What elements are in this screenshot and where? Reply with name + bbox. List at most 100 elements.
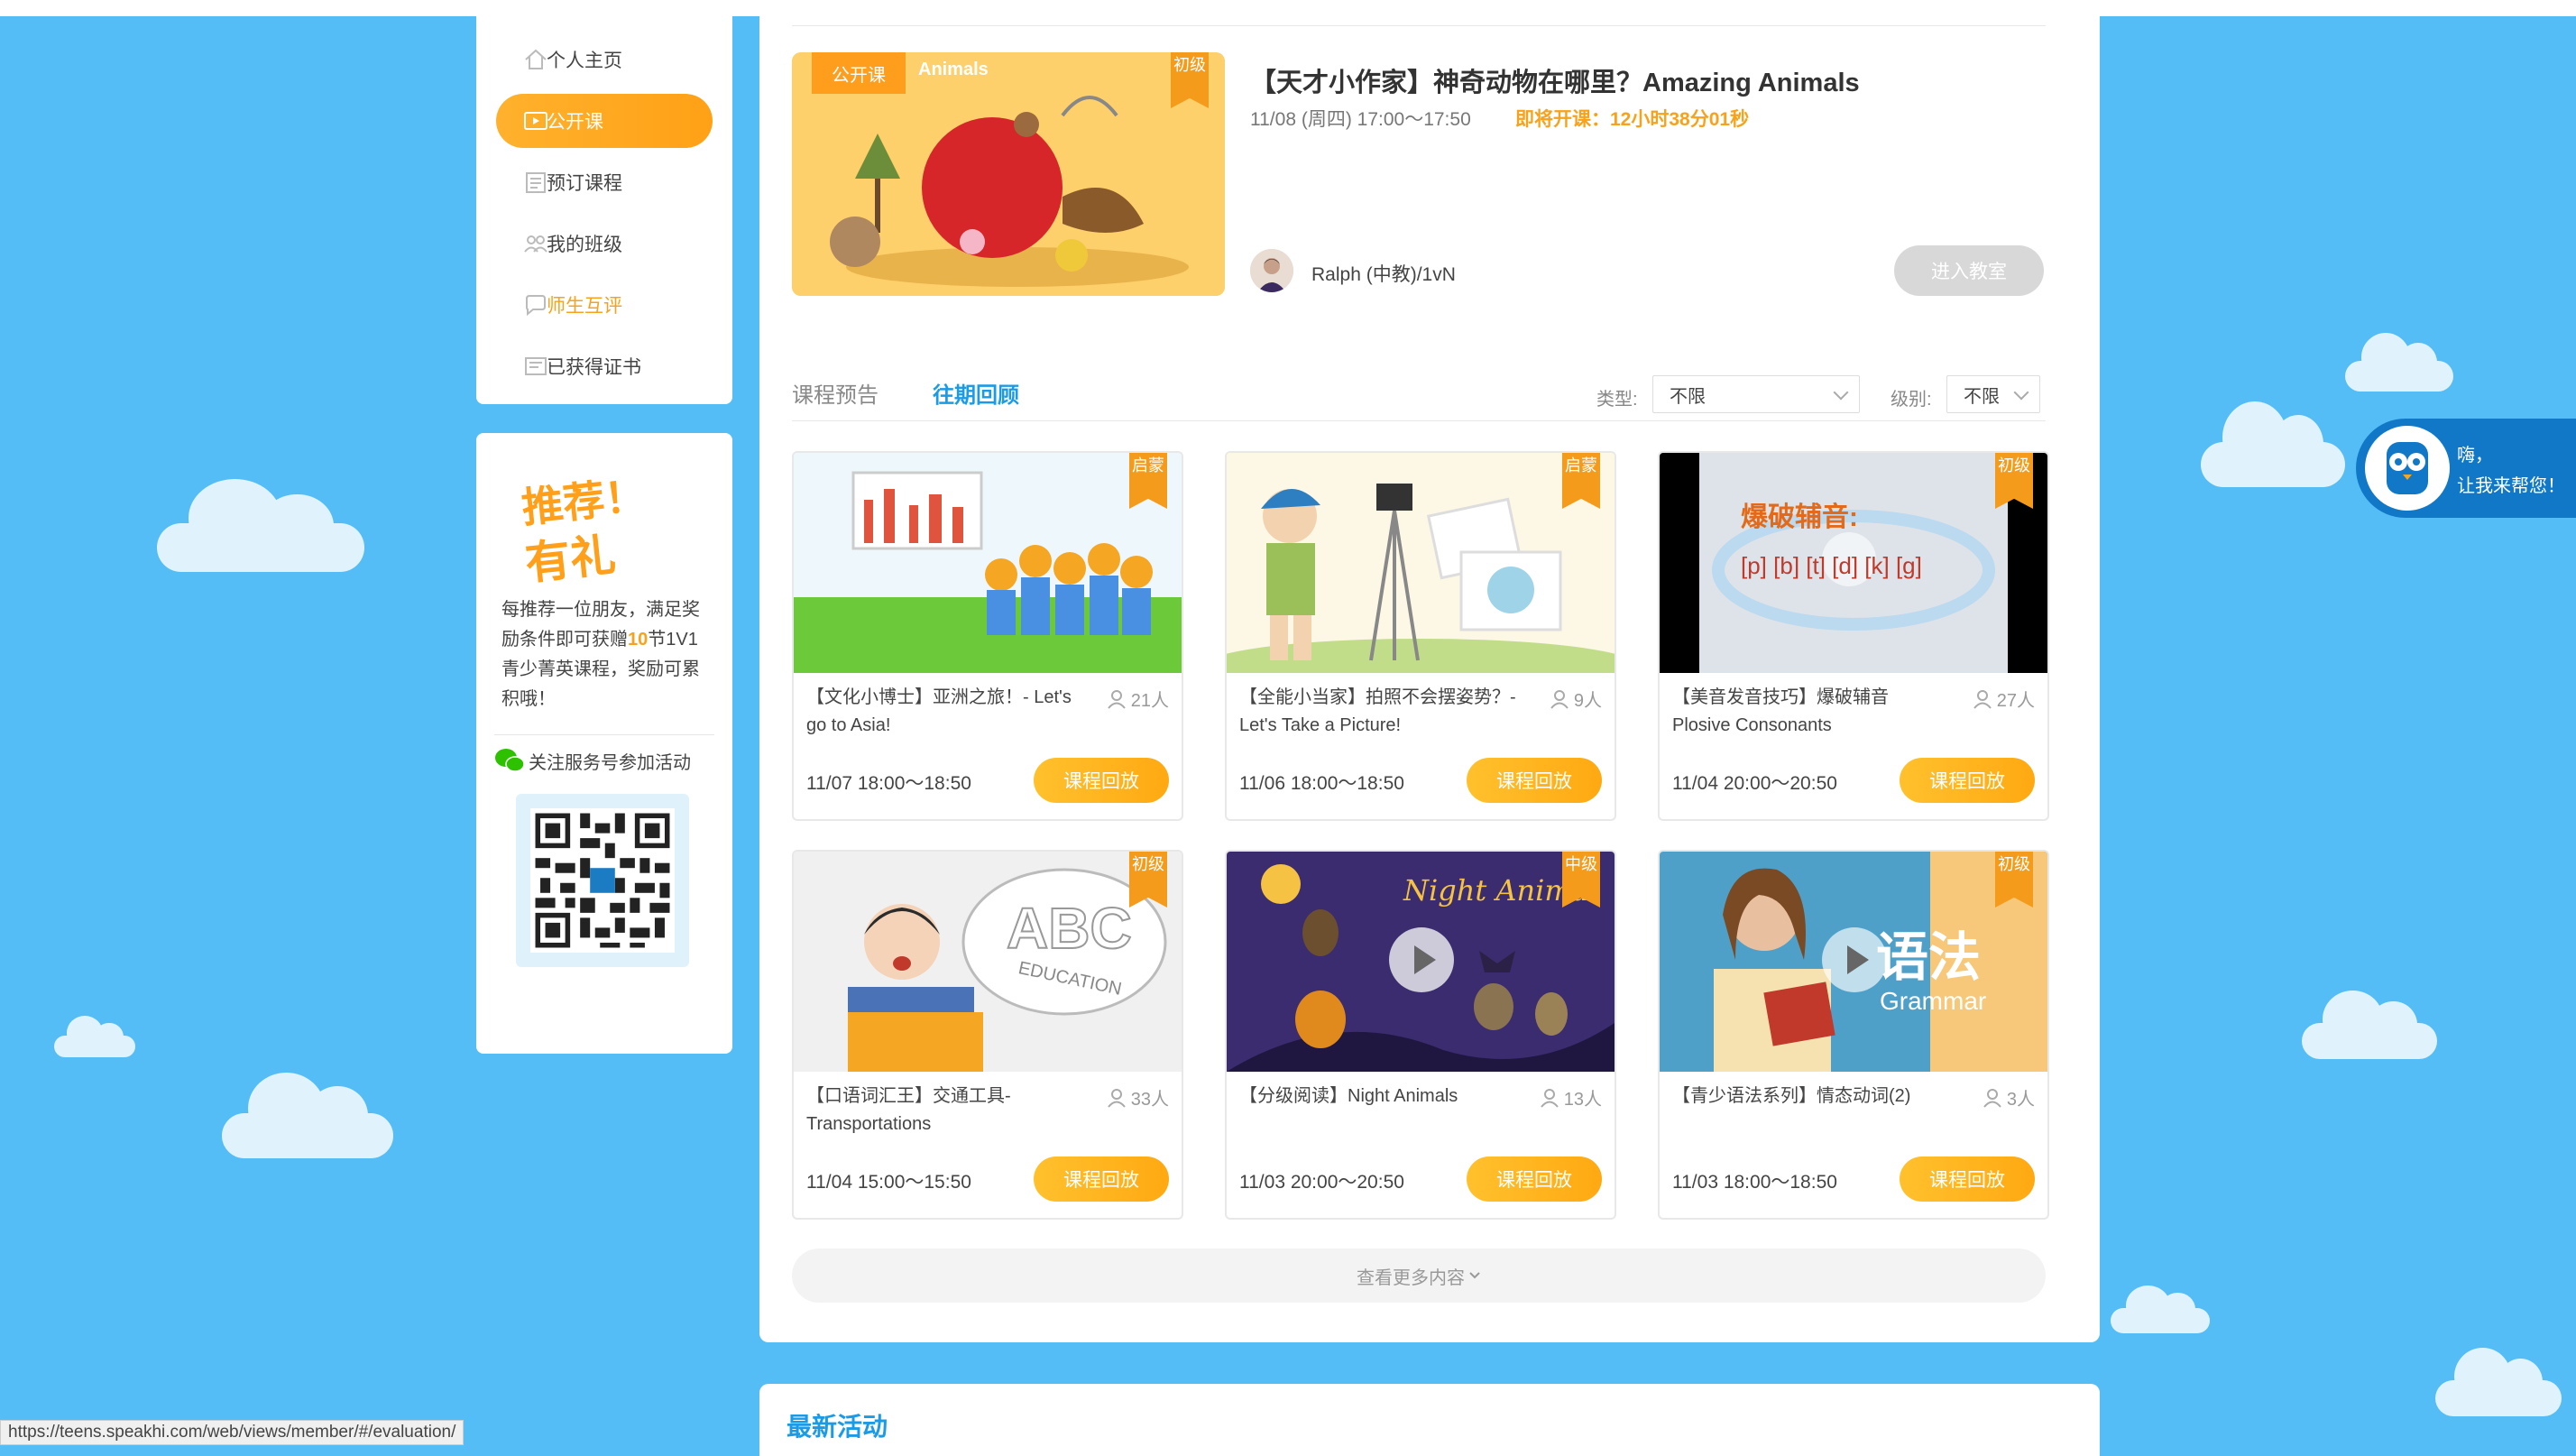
play-icon: [1822, 927, 1887, 992]
course-thumbnail[interactable]: 语法 Grammar 初级: [1660, 852, 2047, 1072]
qr-code-icon: [530, 808, 675, 953]
latest-events-section: 最新活动: [759, 1384, 2100, 1456]
thumbnail-title: ABC: [1006, 895, 1133, 962]
promo-description: 每推荐一位朋友，满足奖励条件即可获赠10节1V1青少菁英课程，奖励可累积哦！: [501, 595, 711, 714]
sidebar-item-label: 个人主页: [547, 51, 622, 71]
background-cloud: [157, 479, 364, 572]
course-thumbnail[interactable]: 爆破辅音: [p] [b] [t] [d] [k] [g] 初级: [1660, 453, 2047, 673]
background-cloud: [2435, 1348, 2562, 1416]
help-text-line1: 嗨，: [2457, 446, 2493, 465]
thumbnail-subtitle: Grammar: [1880, 987, 1987, 1015]
thumbnail-subtitle: [p] [b] [t] [d] [k] [g]: [1741, 552, 1922, 579]
course-card[interactable]: 启蒙 【全能小当家】拍照不会摆姿势？- Let's Take a Picture…: [1225, 451, 1616, 821]
course-thumbnail[interactable]: 启蒙: [1227, 453, 1615, 673]
level-filter-label: 级别:: [1891, 390, 1932, 410]
level-filter-select[interactable]: 不限: [1946, 375, 2040, 413]
background-cloud: [54, 1016, 135, 1057]
asia-kids-illustration: [794, 453, 1182, 673]
tv-icon: [524, 112, 547, 130]
background-cloud: [2302, 991, 2437, 1059]
type-filter-value: 不限: [1670, 386, 1706, 407]
sidebar-item-label: 预订课程: [547, 173, 622, 194]
divider: [494, 734, 714, 735]
enrolled-count: 9人: [1550, 686, 1602, 712]
course-time: 11/04 20:00～20:50: [1672, 773, 1837, 794]
sidebar-item-my-class[interactable]: 我的班级: [496, 217, 713, 271]
replay-button[interactable]: 课程回放: [1467, 758, 1602, 803]
chevron-down-icon: [2013, 384, 2029, 401]
referral-banner[interactable]: 推荐！ 有礼: [520, 465, 675, 592]
replay-button[interactable]: 课程回放: [1900, 758, 2035, 803]
sidebar-item-public-class[interactable]: 公开课: [496, 94, 713, 148]
course-title[interactable]: 【分级阅读】Night Animals: [1239, 1083, 1519, 1110]
course-thumbnail[interactable]: 启蒙: [794, 453, 1182, 673]
sidebar-item-evaluation[interactable]: 师生互评: [496, 278, 713, 332]
background-cloud: [2111, 1285, 2210, 1333]
tab-upcoming[interactable]: 课程预告: [792, 377, 879, 409]
course-card[interactable]: 语法 Grammar 初级 【青少语法系列】情态动词(2) 3人 11/03 1…: [1658, 850, 2049, 1220]
course-title[interactable]: 【美音发音技巧】爆破辅音 Plosive Consonants: [1672, 684, 1952, 740]
thumbnail-title: Night Anima: [1403, 873, 1589, 908]
enrolled-count-value: 13人: [1563, 1090, 1602, 1110]
enrolled-count-value: 33人: [1130, 1090, 1169, 1110]
enrolled-count-value: 21人: [1130, 691, 1169, 711]
featured-course-time: 11/08 (周四) 17:00～17:50: [1250, 109, 1471, 130]
background-cloud: [2345, 333, 2453, 392]
divider: [792, 420, 2046, 421]
person-icon: [1107, 689, 1126, 709]
replay-button[interactable]: 课程回放: [1034, 1157, 1169, 1202]
teacher-avatar: [1250, 249, 1293, 292]
help-chat-widget[interactable]: 嗨， 让我来帮您！: [2356, 419, 2576, 518]
course-time: 11/07 18:00～18:50: [806, 773, 971, 794]
enrolled-count-value: 9人: [1573, 691, 1602, 711]
level-filter-value: 不限: [1964, 386, 2000, 407]
avatar-icon: [1250, 249, 1293, 292]
course-title[interactable]: 【口语词汇王】交通工具-Transportations: [806, 1083, 1086, 1138]
certificate-icon: [525, 357, 547, 375]
enrolled-count: 21人: [1107, 686, 1169, 712]
public-class-tag: 公开课: [812, 52, 906, 94]
sidebar-item-label: 已获得证书: [547, 357, 641, 378]
course-card[interactable]: 爆破辅音: [p] [b] [t] [d] [k] [g] 初级 【美音发音技巧…: [1658, 451, 2049, 821]
course-title[interactable]: 【青少语法系列】情态动词(2): [1672, 1083, 1952, 1110]
course-thumbnail[interactable]: ABC EDUCATION 初级: [794, 852, 1182, 1072]
countdown-timer: 即将开课：12小时38分01秒: [1515, 109, 1750, 130]
wechat-icon: [495, 749, 525, 772]
load-more-button[interactable]: 查看更多内容: [792, 1249, 2046, 1303]
referral-promo-panel: 推荐！ 有礼 每推荐一位朋友，满足奖励条件即可获赠10节1V1青少菁英课程，奖励…: [476, 433, 732, 1054]
chat-icon: [526, 295, 546, 317]
replay-button[interactable]: 课程回放: [1467, 1157, 1602, 1202]
enrolled-count: 13人: [1540, 1084, 1602, 1110]
tab-review[interactable]: 往期回顾: [933, 377, 1019, 409]
home-icon: [525, 49, 547, 69]
enrolled-count: 3人: [1983, 1084, 2035, 1110]
background-cloud: [222, 1073, 393, 1158]
type-filter-select[interactable]: 不限: [1652, 375, 1860, 413]
course-thumbnail[interactable]: Night Anima 中级: [1227, 852, 1615, 1072]
replay-button[interactable]: 课程回放: [1034, 758, 1169, 803]
person-icon: [1983, 1088, 2001, 1108]
person-icon: [1973, 689, 1992, 709]
person-icon: [1540, 1088, 1559, 1108]
enter-classroom-button[interactable]: 进入教室: [1894, 245, 2044, 296]
enrolled-count-value: 3人: [2006, 1090, 2035, 1110]
teacher-name: Ralph (中教)/1vN: [1311, 264, 1456, 285]
sidebar-item-booking[interactable]: 预订课程: [496, 155, 713, 209]
course-title[interactable]: 【文化小博士】亚洲之旅！- Let's go to Asia!: [806, 684, 1086, 740]
course-time: 11/06 18:00～18:50: [1239, 773, 1404, 794]
course-card[interactable]: Night Anima 中级 【分级阅读】Night Animals 13人 1…: [1225, 850, 1616, 1220]
course-card[interactable]: 启蒙 【文化小博士】亚洲之旅！- Let's go to Asia! 21人 1…: [792, 451, 1183, 821]
course-card[interactable]: ABC EDUCATION 初级 【口语词汇王】交通工具-Transportat…: [792, 850, 1183, 1220]
replay-button[interactable]: 课程回放: [1900, 1157, 2035, 1202]
play-icon: [1389, 927, 1454, 992]
photographer-illustration: [1227, 453, 1615, 673]
course-title[interactable]: 【全能小当家】拍照不会摆姿势？- Let's Take a Picture!: [1239, 684, 1519, 740]
sidebar-item-certificates[interactable]: 已获得证书: [496, 339, 713, 393]
sidebar-item-label: 师生互评: [547, 296, 622, 317]
sidebar-item-home[interactable]: 个人主页: [496, 32, 713, 87]
sidebar-nav: 个人主页 公开课 预订课程 我的班级 师生互评 已获得证书: [476, 13, 732, 404]
featured-course-title[interactable]: 【天才小作家】神奇动物在哪里？Amazing Animals: [1250, 61, 1860, 99]
featured-course-thumbnail[interactable]: 公开课 Animals 初级: [792, 52, 1225, 296]
group-icon: [524, 235, 547, 253]
course-time: 11/03 18:00～18:50: [1672, 1172, 1837, 1193]
